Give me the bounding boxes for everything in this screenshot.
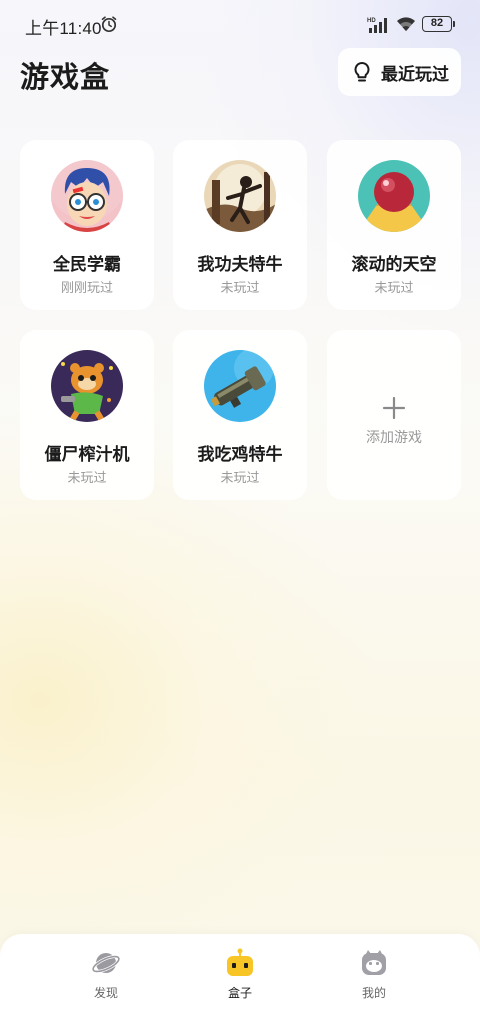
game-card[interactable]: 全民学霸 刚刚玩过 (20, 140, 154, 310)
signal-bars-icon: HD (367, 18, 387, 33)
bottom-nav: 发现 盒子 我的 (0, 934, 480, 1027)
nav-label: 盒子 (227, 986, 252, 1000)
game-card[interactable]: 滚动的天空 未玩过 (327, 140, 461, 310)
game-card[interactable]: 我功夫特牛 未玩过 (173, 140, 307, 310)
alarm-clock-icon (101, 16, 117, 33)
nav-tab-discover[interactable]: 发现 (66, 948, 146, 1008)
plus-icon (382, 396, 406, 420)
game-card[interactable]: 僵尸榨汁机 未玩过 (20, 330, 154, 500)
game-icon-rolling-sky (358, 160, 430, 232)
game-status: 未玩过 (220, 280, 260, 295)
recently-played-label: 最近玩过 (381, 64, 449, 84)
nav-tab-box[interactable]: 盒子 (200, 948, 280, 1008)
game-status: 刚刚玩过 (60, 280, 113, 295)
robot-icon (227, 948, 253, 976)
game-name: 我吃鸡特牛 (197, 445, 283, 464)
game-status: 未玩过 (220, 470, 260, 485)
game-name: 全民学霸 (53, 255, 121, 274)
nav-label: 发现 (93, 986, 118, 1000)
game-name: 我功夫特牛 (197, 255, 283, 274)
game-icon-student (51, 160, 123, 232)
game-icon-zombie-juicer (51, 350, 123, 422)
status-bar: 上午11:40 HD 82 (0, 0, 480, 48)
page-title: 游戏盒 (20, 62, 111, 94)
add-game-card[interactable]: 添加游戏 (327, 330, 461, 500)
game-card[interactable]: 我吃鸡特牛 未玩过 (173, 330, 307, 500)
game-status: 未玩过 (67, 470, 107, 485)
battery-indicator: 82 (422, 16, 452, 32)
status-time: 上午11:40 (25, 19, 102, 38)
lightbulb-icon (354, 61, 370, 82)
svg-text:HD: HD (367, 18, 376, 24)
recently-played-button[interactable]: 最近玩过 (338, 48, 461, 96)
nav-tab-profile[interactable]: 我的 (334, 948, 414, 1008)
profile-face-icon (362, 950, 386, 975)
game-name: 滚动的天空 (351, 255, 437, 274)
battery-tip (453, 21, 455, 27)
game-icon-kungfu (204, 160, 276, 232)
game-icon-battle-royale (204, 350, 276, 422)
nav-label: 我的 (361, 986, 386, 1000)
game-name: 僵尸榨汁机 (44, 445, 130, 464)
wifi-icon (397, 17, 415, 31)
planet-icon (91, 953, 121, 973)
game-status: 未玩过 (374, 280, 414, 295)
add-game-label: 添加游戏 (366, 429, 422, 445)
